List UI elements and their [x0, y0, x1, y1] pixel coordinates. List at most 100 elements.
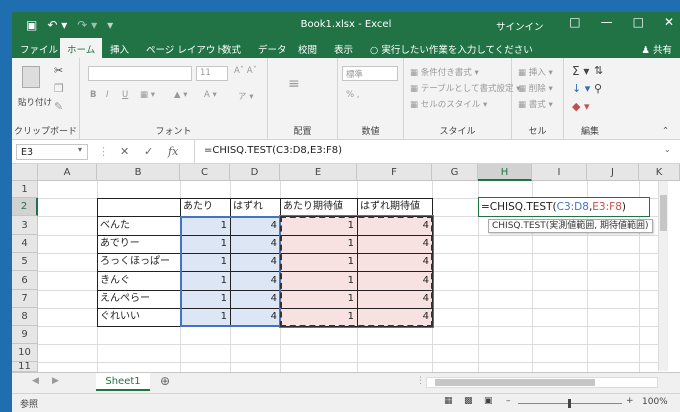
table-header-cell[interactable]: はずれ: [230, 198, 280, 216]
zoom-slider[interactable]: [518, 399, 622, 408]
paste-button[interactable]: 貼り付け: [18, 96, 52, 108]
row-header-3[interactable]: 3: [12, 216, 38, 235]
table-label-cell[interactable]: あでりー: [97, 235, 180, 253]
sheet-options-icon[interactable]: ⋮: [416, 376, 425, 386]
column-header-b[interactable]: B: [97, 164, 180, 181]
tab-data[interactable]: データ: [258, 42, 287, 56]
horizontal-scroll-thumb[interactable]: [435, 379, 595, 386]
table-label-cell[interactable]: ぐれいい: [97, 308, 180, 326]
view-page-break-icon[interactable]: ▣: [484, 396, 493, 406]
worksheet-grid[interactable]: A B C D E F G H I J K 1 2 3 4 5 6 7 8 9 10 11 あたり はずれ あたり期待値 はずれ期…: [12, 164, 680, 372]
table-label-cell[interactable]: べんた: [97, 216, 180, 235]
column-header-d[interactable]: D: [230, 164, 280, 181]
italic-button[interactable]: I: [106, 90, 109, 100]
zoom-level[interactable]: 100%: [642, 397, 668, 407]
tab-insert[interactable]: 挿入: [110, 42, 129, 56]
column-header-a[interactable]: A: [38, 164, 97, 181]
tab-page-layout[interactable]: ページ レイアウト: [146, 42, 225, 56]
tab-view[interactable]: 表示: [334, 42, 353, 56]
signin-link[interactable]: サインイン: [496, 19, 544, 33]
phonetic-icon[interactable]: ア ▾: [238, 90, 253, 102]
row-header-1[interactable]: 1: [12, 181, 38, 198]
zoom-out-icon[interactable]: –: [506, 396, 511, 406]
column-header-j[interactable]: J: [587, 164, 639, 181]
cut-icon[interactable]: ✂: [54, 64, 63, 77]
table-header-cell[interactable]: あたり期待値: [280, 198, 357, 216]
row-header-9[interactable]: 9: [12, 326, 38, 344]
column-header-e[interactable]: E: [280, 164, 357, 181]
add-sheet-icon[interactable]: ⊕: [160, 374, 170, 388]
format-as-table-button[interactable]: ▦ テーブルとして書式設定 ▾: [410, 82, 520, 94]
sheet-tab-sheet1[interactable]: Sheet1: [96, 373, 150, 391]
conditional-formatting-button[interactable]: ▦ 条件付き書式 ▾: [410, 66, 479, 78]
column-header-k[interactable]: K: [639, 164, 680, 181]
alignment-icon[interactable]: ≡: [288, 76, 300, 92]
formula-input[interactable]: =CHISQ.TEST(C3:D8,E3:F8): [204, 145, 342, 156]
tab-formulas[interactable]: 数式: [222, 42, 241, 56]
cell-styles-button[interactable]: ▦ セルのスタイル ▾: [410, 98, 487, 110]
column-header-f[interactable]: F: [357, 164, 432, 181]
sort-filter-icon[interactable]: ⇅: [594, 64, 603, 77]
horizontal-scrollbar[interactable]: [426, 377, 658, 388]
edit-cell-h2[interactable]: =CHISQ.TEST(C3:D8,E3:F8): [478, 197, 650, 217]
row-header-11[interactable]: 11: [12, 362, 38, 372]
vertical-scroll-thumb[interactable]: [660, 195, 667, 231]
select-all-corner[interactable]: [12, 164, 38, 181]
table-label-cell[interactable]: えんぺらー: [97, 290, 180, 308]
table-label-cell[interactable]: きんぐ: [97, 271, 180, 290]
zoom-in-icon[interactable]: +: [626, 396, 634, 406]
collapse-ribbon-icon[interactable]: ⌃: [662, 126, 669, 136]
row-header-6[interactable]: 6: [12, 271, 38, 290]
grow-font-icon[interactable]: Aˆ Aˇ: [234, 66, 257, 76]
row-header-4[interactable]: 4: [12, 235, 38, 253]
expand-formula-bar-icon[interactable]: ⌄: [664, 145, 671, 154]
row-header-7[interactable]: 7: [12, 290, 38, 308]
insert-cells-button[interactable]: ▦ 挿入 ▾: [518, 66, 553, 78]
zoom-slider-thumb[interactable]: [568, 399, 571, 408]
vertical-scrollbar[interactable]: [658, 181, 668, 371]
row-header-8[interactable]: 8: [12, 308, 38, 326]
autosum-icon[interactable]: Σ ▾: [572, 64, 589, 78]
fill-icon[interactable]: ↓ ▾: [572, 82, 590, 95]
currency-icon[interactable]: % ,: [346, 90, 359, 100]
fill-color-icon[interactable]: ▲ ▾: [174, 90, 188, 100]
table-header-cell[interactable]: あたり: [180, 198, 230, 216]
underline-button[interactable]: U: [122, 90, 128, 100]
column-header-h[interactable]: H: [478, 164, 532, 181]
find-icon[interactable]: ⚲: [594, 82, 602, 95]
column-header-c[interactable]: C: [180, 164, 230, 181]
clear-icon[interactable]: ◆ ▾: [572, 100, 589, 113]
font-name-combo[interactable]: [88, 66, 192, 81]
maximize-icon[interactable]: □: [633, 15, 644, 29]
prev-sheet-icon[interactable]: ◀: [32, 376, 39, 386]
column-header-i[interactable]: I: [532, 164, 587, 181]
row-header-10[interactable]: 10: [12, 344, 38, 362]
insert-function-icon[interactable]: fx: [168, 145, 178, 158]
table-label-cell[interactable]: ろっくほっぱー: [97, 253, 180, 271]
font-color-icon[interactable]: A ▾: [204, 90, 217, 100]
table-header-cell[interactable]: はずれ期待値: [357, 198, 432, 216]
tab-file[interactable]: ファイル: [20, 42, 58, 56]
tell-me-box[interactable]: ○ 実行したい作業を入力してください: [370, 42, 533, 56]
row-header-2[interactable]: 2: [12, 198, 38, 216]
ribbon-display-icon[interactable]: □: [569, 15, 580, 29]
format-painter-icon[interactable]: ✎: [54, 100, 63, 113]
view-page-layout-icon[interactable]: ▩: [464, 396, 473, 406]
confirm-entry-icon[interactable]: ✓: [144, 145, 153, 158]
tab-review[interactable]: 校閲: [298, 42, 317, 56]
close-icon[interactable]: ✕: [664, 15, 674, 29]
cancel-entry-icon[interactable]: ✕: [120, 145, 129, 158]
share-button[interactable]: ♟ 共有: [641, 42, 672, 56]
column-header-g[interactable]: G: [432, 164, 478, 181]
font-size-combo[interactable]: 11: [196, 66, 228, 81]
bold-button[interactable]: B: [90, 90, 96, 100]
view-normal-icon[interactable]: ▦: [444, 396, 453, 406]
row-header-5[interactable]: 5: [12, 253, 38, 271]
delete-cells-button[interactable]: ▦ 削除 ▾: [518, 82, 553, 94]
border-icon[interactable]: ▦ ▾: [140, 90, 155, 100]
paste-icon[interactable]: [22, 66, 40, 88]
number-format-combo[interactable]: 標準: [342, 66, 398, 81]
tab-home[interactable]: ホーム: [60, 38, 103, 58]
format-cells-button[interactable]: ▦ 書式 ▾: [518, 98, 553, 110]
next-sheet-icon[interactable]: ▶: [52, 376, 59, 386]
